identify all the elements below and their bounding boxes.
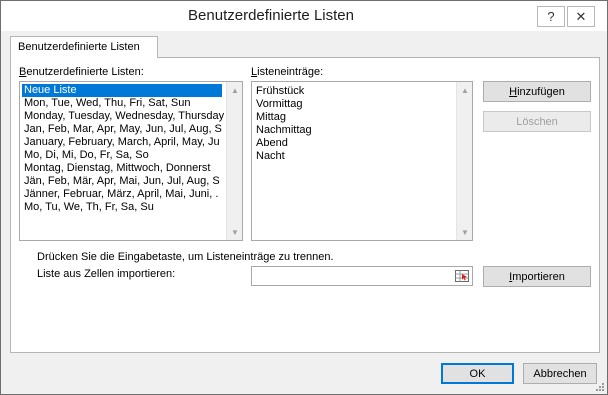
close-icon: ✕ — [575, 8, 587, 24]
title-bar[interactable]: Benutzerdefinierte Listen ? ✕ — [1, 1, 607, 31]
custom-lists-label: Benutzerdefinierte Listen: — [19, 66, 144, 78]
lists-scrollbar[interactable]: ▲ ▼ — [226, 82, 242, 240]
range-select-icon[interactable] — [453, 268, 471, 284]
list-entries-textarea[interactable]: Frühstück Vormittag Mittag Nachmittag Ab… — [251, 81, 473, 241]
list-item-neue-liste[interactable]: Neue Liste — [22, 84, 222, 97]
scroll-up-arrow-icon[interactable]: ▲ — [227, 82, 242, 98]
tab-label: Benutzerdefinierte Listen — [18, 41, 140, 53]
list-item[interactable]: Mo, Tu, We, Th, Fr, Sa, Su — [22, 201, 154, 214]
entry-line: Abend — [256, 137, 288, 149]
add-button[interactable]: Hinzufügen — [483, 81, 591, 102]
entry-line: Vormittag — [256, 98, 303, 110]
list-item[interactable]: Monday, Tuesday, Wednesday, Thursday — [22, 110, 224, 123]
list-item[interactable]: Jan, Feb, Mar, Apr, May, Jun, Jul, Aug, … — [22, 123, 222, 136]
help-icon: ? — [547, 9, 555, 24]
window-title: Benutzerdefinierte Listen — [188, 7, 354, 24]
entry-line: Nachmittag — [256, 124, 312, 136]
list-entries-label: Listeneinträge: — [251, 66, 324, 78]
tab-panel: Benutzerdefinierte Listen: Neue Liste Mo… — [10, 57, 600, 353]
entry-line: Frühstück — [256, 85, 305, 97]
list-item[interactable]: Montag, Dienstag, Mittwoch, Donnerst — [22, 162, 210, 175]
delete-button[interactable]: Löschen — [483, 111, 591, 132]
separator-hint: Drücken Sie die Eingabetaste, um Listene… — [37, 251, 334, 263]
list-item[interactable]: Jänner, Februar, März, April, Mai, Juni,… — [22, 188, 218, 201]
list-item[interactable]: January, February, March, April, May, Ju — [22, 136, 220, 149]
list-item[interactable]: Jän, Feb, Mär, Apr, Mai, Jun, Jul, Aug, … — [22, 175, 220, 188]
custom-lists-listbox[interactable]: Neue Liste Mon, Tue, Wed, Thu, Fri, Sat,… — [19, 81, 243, 241]
list-item[interactable]: Mo, Di, Mi, Do, Fr, Sa, So — [22, 149, 149, 162]
entry-line: Nacht — [256, 150, 285, 162]
ok-button[interactable]: OK — [441, 363, 514, 384]
scroll-down-arrow-icon[interactable]: ▼ — [227, 224, 242, 240]
cancel-button[interactable]: Abbrechen — [523, 363, 597, 384]
import-range-input[interactable] — [251, 266, 473, 286]
scroll-down-arrow-icon[interactable]: ▼ — [457, 224, 472, 240]
entry-line: Mittag — [256, 111, 286, 123]
scroll-up-arrow-icon[interactable]: ▲ — [457, 82, 472, 98]
import-label: Liste aus Zellen importieren: — [37, 268, 176, 280]
help-button[interactable]: ? — [537, 6, 565, 27]
custom-lists-dialog: Benutzerdefinierte Listen ? ✕ Benutzerde… — [0, 0, 608, 395]
resize-grip-icon[interactable] — [595, 382, 605, 392]
entries-scrollbar[interactable]: ▲ ▼ — [456, 82, 472, 240]
import-button[interactable]: Importieren — [483, 266, 591, 287]
list-item[interactable]: Mon, Tue, Wed, Thu, Fri, Sat, Sun — [22, 97, 191, 110]
close-button[interactable]: ✕ — [567, 6, 595, 27]
tab-custom-lists[interactable]: Benutzerdefinierte Listen — [10, 36, 158, 58]
